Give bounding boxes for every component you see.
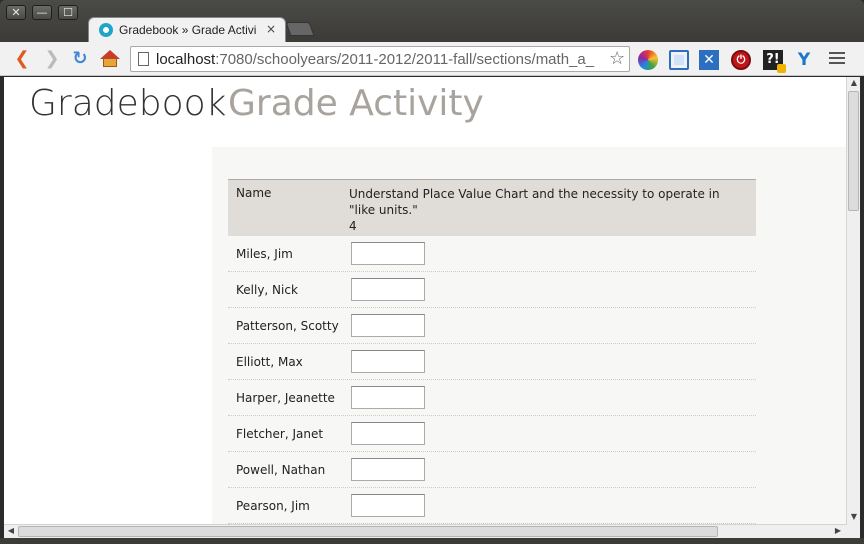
tab-close-icon[interactable]: ×: [266, 22, 276, 36]
url-host: localhost: [156, 51, 216, 68]
score-input[interactable]: [351, 458, 425, 481]
horizontal-scrollbar[interactable]: ◀ ▶: [4, 524, 847, 538]
student-name: Fletcher, Janet: [236, 427, 324, 441]
activity-points: 4: [349, 219, 357, 233]
table-header-row: Name Understand Place Value Chart and th…: [228, 179, 756, 236]
favicon-icon: [99, 23, 113, 37]
student-name: Pearson, Jim: [236, 499, 310, 513]
table-row: Patterson, Scotty: [228, 308, 756, 344]
vertical-scroll-thumb[interactable]: [848, 91, 859, 211]
scroll-up-arrow-icon[interactable]: ▲: [849, 78, 859, 90]
score-input[interactable]: [351, 350, 425, 373]
back-button[interactable]: ❮: [12, 49, 32, 69]
table-row: Kelly, Nick: [228, 272, 756, 308]
browser-tab-active[interactable]: Gradebook » Grade Activi ×: [88, 17, 286, 43]
url-text[interactable]: localhost:7080/schoolyears/2011-2012/201…: [156, 51, 608, 68]
page-header: Gradebook Grade Activity: [4, 77, 847, 147]
hamburger-menu-icon[interactable]: [829, 52, 845, 66]
url-path: :7080/schoolyears/2011-2012/2011-fall/se…: [215, 51, 595, 68]
scroll-down-arrow-icon[interactable]: ▼: [849, 512, 859, 524]
window-titlebar: ✕ — ☐ Gradebook » Grade Activi ×: [0, 0, 864, 43]
window-frame-bottom: [0, 538, 864, 544]
main-content: Name Understand Place Value Chart and th…: [212, 147, 847, 524]
page-icon: [138, 52, 149, 66]
new-tab-button[interactable]: [285, 22, 315, 36]
y-extension-icon[interactable]: Y: [794, 50, 814, 70]
name-column-header: Name: [236, 186, 272, 200]
tab-title: Gradebook » Grade Activi: [119, 23, 257, 37]
address-bar[interactable]: localhost:7080/schoolyears/2011-2012/201…: [130, 46, 630, 72]
browser-toolbar: ❮ ❯ ↻ localhost:7080/schoolyears/2011-20…: [0, 42, 864, 76]
score-input[interactable]: [351, 386, 425, 409]
activity-column-header: Understand Place Value Chart and the nec…: [349, 186, 739, 234]
bookmark-star-icon[interactable]: ☆: [609, 48, 625, 69]
scroll-right-arrow-icon[interactable]: ▶: [832, 526, 844, 535]
x-extension-icon[interactable]: ✕: [699, 50, 719, 70]
forward-button[interactable]: ❯: [42, 49, 62, 69]
student-name: Miles, Jim: [236, 247, 293, 261]
window-maximize-button[interactable]: ☐: [58, 5, 78, 20]
screen-capture-extension-icon[interactable]: [669, 50, 689, 70]
window-minimize-button[interactable]: —: [32, 5, 52, 20]
score-input[interactable]: [351, 314, 425, 337]
table-row: Harper, Jeanette: [228, 380, 756, 416]
table-row: Fletcher, Janet: [228, 416, 756, 452]
scrollbar-corner: [847, 524, 860, 538]
table-row: Miles, Jim: [228, 236, 756, 272]
score-input[interactable]: [351, 278, 425, 301]
student-name: Harper, Jeanette: [236, 391, 335, 405]
scroll-left-arrow-icon[interactable]: ◀: [5, 526, 17, 535]
student-rows: Miles, Jim Kelly, Nick Patterson, Scotty El…: [228, 236, 756, 524]
page-subtitle: Grade Activity: [228, 83, 484, 124]
grade-table: Name Understand Place Value Chart and th…: [228, 179, 756, 524]
help-extension-icon[interactable]: ?!: [763, 50, 786, 73]
student-name: Patterson, Scotty: [236, 319, 339, 333]
table-row: Powell, Nathan: [228, 452, 756, 488]
vertical-scrollbar[interactable]: ▲ ▼: [846, 77, 860, 524]
horizontal-scroll-thumb[interactable]: [18, 526, 718, 537]
stop-extension-icon[interactable]: ⏻: [731, 50, 751, 70]
page-viewport: Gradebook Grade Activity Name Understand…: [4, 77, 847, 524]
home-button[interactable]: [100, 49, 120, 69]
window-close-button[interactable]: ✕: [6, 5, 26, 20]
reload-button[interactable]: ↻: [70, 49, 90, 69]
score-input[interactable]: [351, 242, 425, 265]
color-picker-extension-icon[interactable]: [638, 50, 658, 70]
student-name: Elliott, Max: [236, 355, 303, 369]
table-row: Elliott, Max: [228, 344, 756, 380]
score-input[interactable]: [351, 494, 425, 517]
student-name: Powell, Nathan: [236, 463, 326, 477]
student-name: Kelly, Nick: [236, 283, 298, 297]
activity-title: Understand Place Value Chart and the nec…: [349, 187, 720, 217]
page-title: Gradebook: [29, 83, 227, 124]
table-row: Pearson, Jim: [228, 488, 756, 524]
score-input[interactable]: [351, 422, 425, 445]
